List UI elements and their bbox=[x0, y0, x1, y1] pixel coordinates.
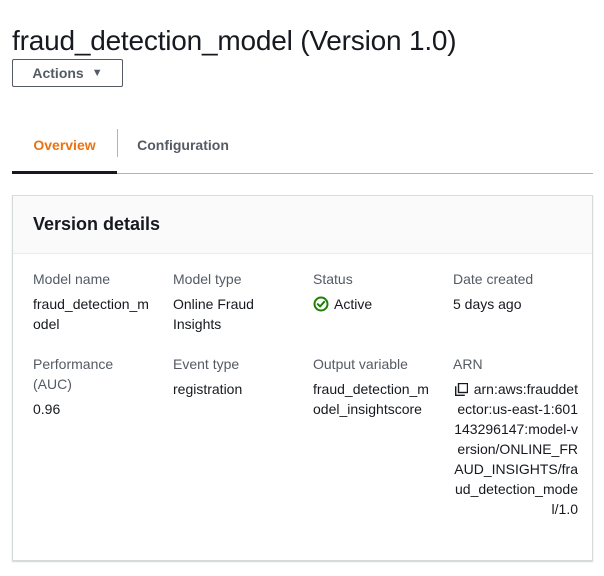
date-created-label: Date created bbox=[453, 271, 534, 287]
tab-configuration-label: Configuration bbox=[137, 136, 229, 153]
arn-value-container: arn:aws:frauddetector:us-east-1:60114329… bbox=[453, 379, 578, 519]
copy-icon[interactable] bbox=[454, 383, 468, 396]
model-name-label: Model name bbox=[33, 271, 111, 287]
performance-field: Performance (AUC) 0.96 bbox=[33, 354, 155, 419]
version-details-panel: Version details Model name fraud_detecti… bbox=[12, 195, 593, 561]
actions-button[interactable]: Actions ▼ bbox=[12, 59, 123, 87]
actions-button-label: Actions bbox=[32, 65, 84, 81]
performance-value: 0.96 bbox=[33, 401, 61, 417]
model-name-value: fraud_detection_model bbox=[33, 296, 149, 332]
page-title: fraud_detection_model (Version 1.0) bbox=[12, 24, 457, 56]
model-type-field: Model type Online Fraud Insights bbox=[173, 269, 295, 334]
output-variable-field: Output variable fraud_detection_model_in… bbox=[313, 354, 435, 419]
status-badge: Active bbox=[313, 294, 435, 314]
event-type-label: Event type bbox=[173, 356, 240, 372]
output-variable-label: Output variable bbox=[313, 356, 408, 372]
output-variable-value: fraud_detection_model_insightscore bbox=[313, 381, 429, 417]
date-created-value: 5 days ago bbox=[453, 296, 522, 312]
active-tab-indicator bbox=[12, 171, 117, 174]
tab-configuration[interactable]: Configuration bbox=[118, 116, 248, 173]
event-type-link[interactable]: registration bbox=[173, 379, 295, 399]
model-type-label: Model type bbox=[173, 271, 242, 287]
event-type-field: Event type registration bbox=[173, 354, 295, 399]
arn-field: ARN arn:aws:frauddetector:us-east-1:6011… bbox=[453, 354, 578, 519]
panel-title: Version details bbox=[33, 214, 161, 234]
arn-value: arn:aws:frauddetector:us-east-1:60114329… bbox=[454, 381, 578, 517]
tab-overview[interactable]: Overview bbox=[12, 116, 117, 174]
status-label: Status bbox=[313, 271, 353, 287]
tab-list: Overview Configuration bbox=[12, 116, 593, 174]
check-circle-icon bbox=[313, 296, 329, 312]
performance-label: Performance (AUC) bbox=[33, 356, 114, 392]
panel-header: Version details bbox=[13, 196, 592, 254]
model-name-field: Model name fraud_detection_model bbox=[33, 269, 155, 334]
date-created-field: Date created 5 days ago bbox=[453, 269, 578, 314]
caret-down-icon: ▼ bbox=[91, 66, 103, 79]
model-type-value: Online Fraud Insights bbox=[173, 296, 254, 332]
status-value: Active bbox=[334, 296, 373, 312]
tab-overview-label: Overview bbox=[33, 136, 96, 153]
arn-label: ARN bbox=[453, 356, 483, 372]
status-field: Status Active bbox=[313, 269, 435, 314]
